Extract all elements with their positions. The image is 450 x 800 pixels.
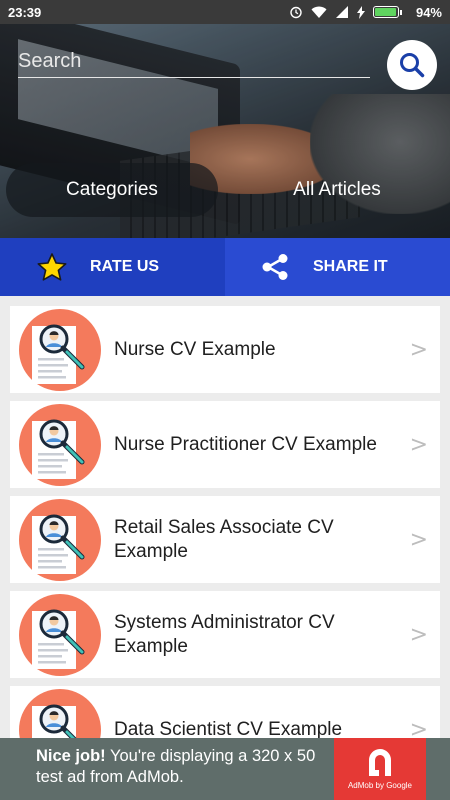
share-it-label: SHARE IT — [313, 258, 388, 275]
ad-headline: Nice job! — [36, 747, 106, 765]
tab-all-articles-label: All Articles — [293, 179, 381, 200]
search-placeholder: Search — [18, 50, 82, 72]
status-bar: 23:39 94% — [0, 0, 450, 24]
chevron-right-icon: > — [409, 622, 428, 647]
ad-text: Nice job! You're displaying a 320 x 50 t… — [36, 746, 326, 788]
signal-icon — [335, 6, 349, 18]
cv-magnifier-icon — [18, 308, 102, 392]
admob-logo-icon — [369, 749, 391, 776]
tab-all-articles[interactable]: All Articles — [262, 163, 412, 217]
battery-fill — [374, 8, 396, 16]
ad-banner[interactable]: Nice job! You're displaying a 320 x 50 t… — [0, 738, 450, 800]
share-icon — [255, 252, 295, 282]
search-button[interactable] — [387, 40, 437, 90]
list-item[interactable]: Retail Sales Associate CV Example > — [10, 496, 440, 583]
cv-magnifier-icon — [18, 403, 102, 487]
chevron-right-icon: > — [409, 432, 428, 457]
article-title: Nurse Practitioner CV Example — [114, 433, 377, 455]
action-bar: RATE US SHARE IT — [0, 238, 450, 296]
tab-categories-label: Categories — [66, 179, 158, 200]
battery-percent: 94% — [415, 4, 442, 20]
search-input[interactable]: Search — [18, 46, 370, 78]
search-icon — [400, 53, 425, 78]
article-title: Nurse CV Example — [114, 338, 276, 360]
alarm-icon — [289, 5, 303, 19]
wifi-icon — [311, 6, 327, 19]
article-title: Retail Sales Associate CV Example — [114, 516, 334, 562]
rate-us-label: RATE US — [90, 258, 160, 275]
star-icon — [22, 252, 82, 282]
header-hero: Search Categories All Articles — [0, 24, 450, 238]
list-item[interactable]: Systems Administrator CV Example > — [10, 591, 440, 678]
chevron-right-icon: > — [409, 527, 428, 552]
cv-magnifier-icon — [18, 593, 102, 677]
tab-categories[interactable]: Categories — [6, 163, 218, 217]
battery-icon — [372, 6, 402, 18]
chevron-right-icon: > — [409, 337, 428, 362]
list-item[interactable]: Nurse CV Example > — [10, 306, 440, 393]
list-item[interactable]: Nurse Practitioner CV Example > — [10, 401, 440, 488]
share-it-button[interactable]: SHARE IT — [225, 238, 450, 296]
cv-magnifier-icon — [18, 498, 102, 582]
status-time: 23:39 — [8, 4, 42, 20]
article-list: Nurse CV Example > Nurse Practitioner CV… — [10, 306, 440, 781]
charging-icon — [356, 5, 365, 19]
admob-brand: AdMob by Google — [347, 781, 413, 790]
article-title: Systems Administrator CV Example — [114, 611, 335, 657]
admob-logo: AdMob by Google — [334, 738, 426, 800]
rate-us-button[interactable]: RATE US — [0, 238, 225, 296]
